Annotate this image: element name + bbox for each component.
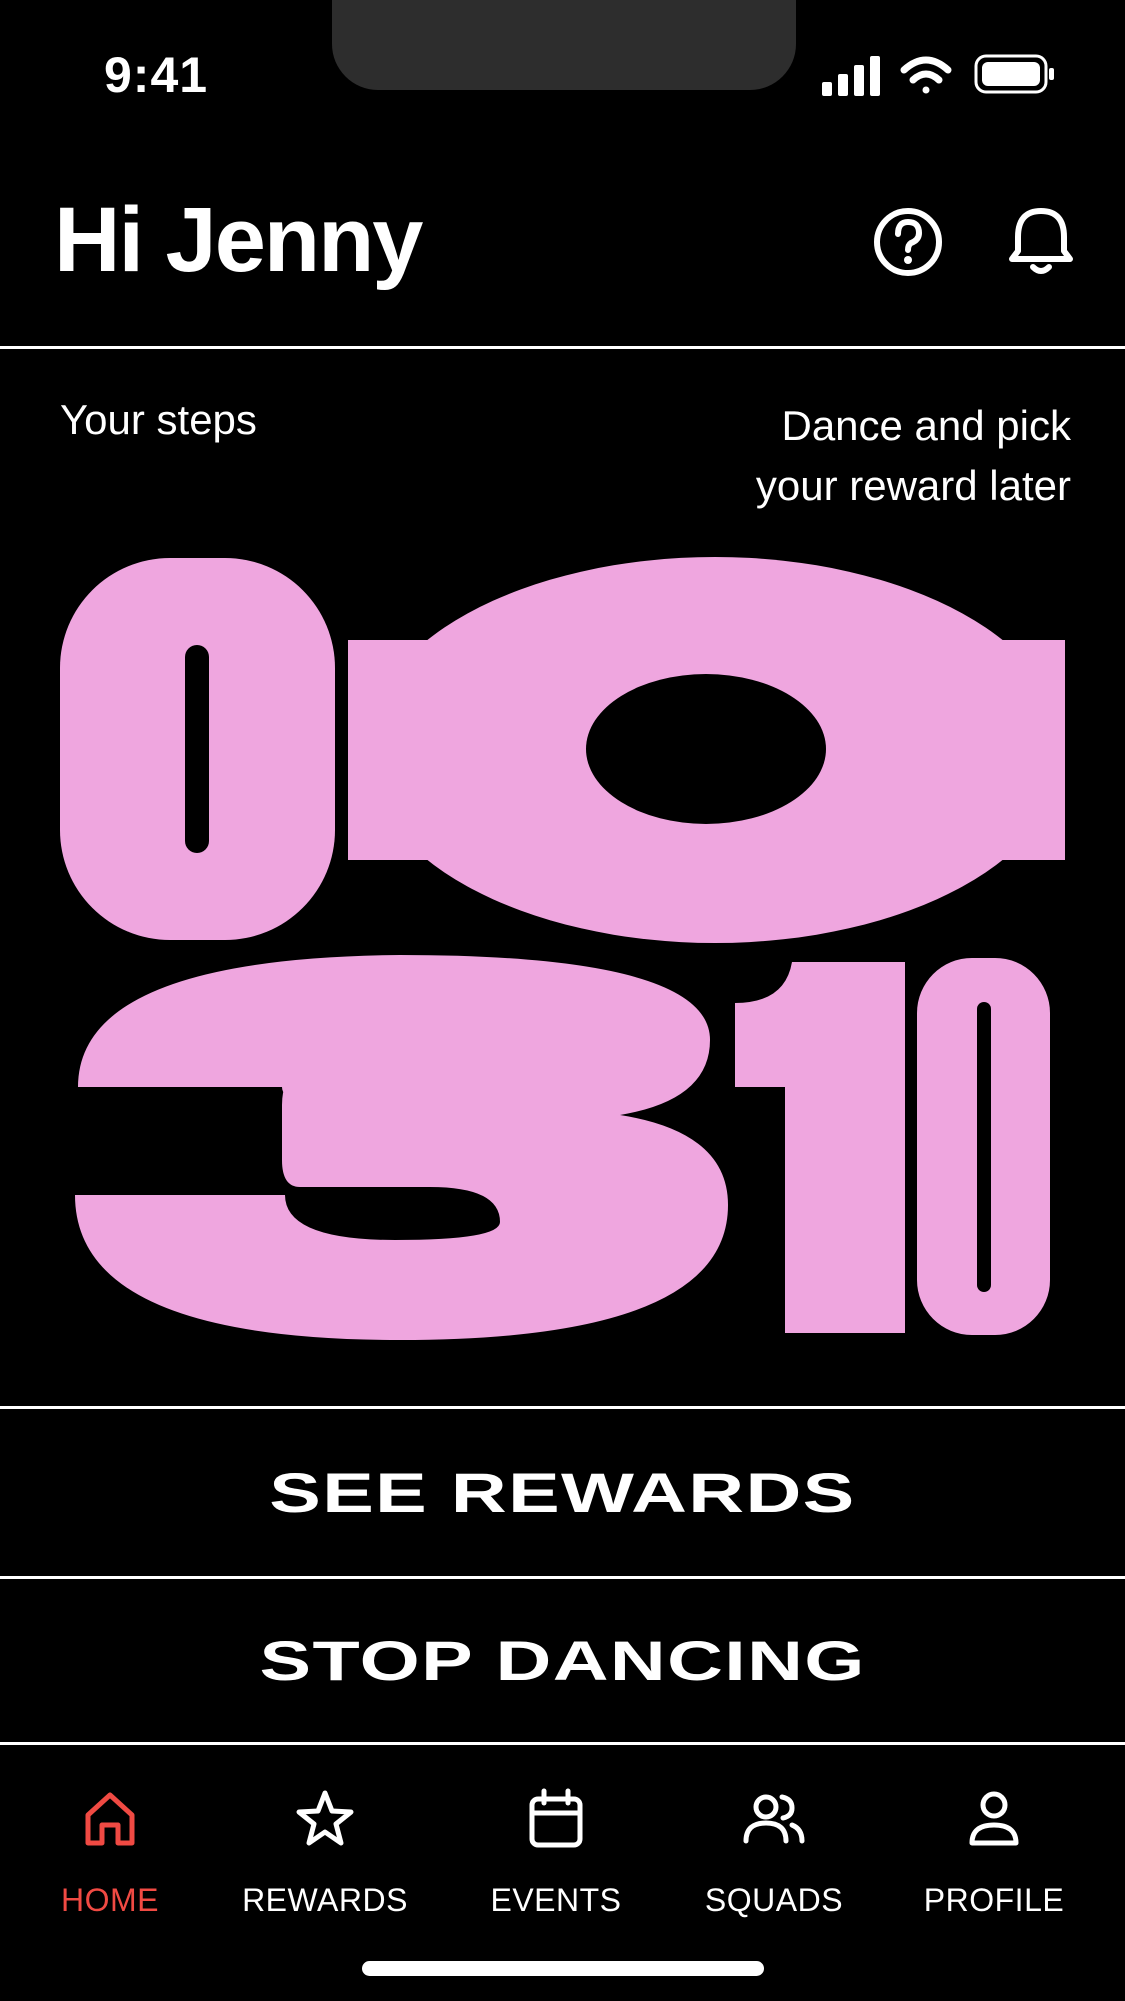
tab-squads[interactable]: SQUADS: [684, 1745, 864, 1945]
help-icon: [874, 208, 942, 276]
see-rewards-label: SEE REWARDS: [269, 1461, 856, 1524]
tab-rewards-label: REWARDS: [242, 1882, 408, 1918]
tab-profile[interactable]: PROFILE: [904, 1745, 1084, 1945]
digit-0-narrow-top: [60, 558, 335, 940]
digit-0-narrow-bottom: [917, 958, 1050, 1335]
header-divider: [0, 346, 1125, 349]
signal-icon: [822, 56, 880, 96]
calendar-icon: [529, 1788, 583, 1848]
digit-0-wide-top: [348, 557, 1065, 943]
bell-icon: [1009, 208, 1073, 274]
see-rewards-button[interactable]: SEE REWARDS: [0, 1409, 1125, 1576]
status-icons: [822, 54, 1054, 96]
notifications-button[interactable]: [1001, 202, 1081, 282]
status-bar: 9:41: [0, 0, 1125, 120]
stop-dancing-button[interactable]: STOP DANCING: [0, 1579, 1125, 1742]
home-indicator: [362, 1961, 764, 1976]
step-counter-value: 00310: [0, 540, 1, 541]
steps-hint-line-1: Dance and pick: [781, 402, 1071, 449]
battery-icon: [974, 54, 1054, 94]
stop-dancing-label: STOP DANCING: [259, 1629, 866, 1692]
wifi-icon: [900, 56, 952, 94]
steps-hint: Dance and pick your reward later: [651, 396, 1071, 516]
step-counter-digits: [60, 557, 1065, 1340]
help-button[interactable]: [868, 202, 948, 282]
device-notch: [332, 0, 796, 90]
steps-label: Your steps: [60, 396, 257, 443]
tab-profile-label: PROFILE: [923, 1882, 1065, 1918]
tab-rewards[interactable]: REWARDS: [235, 1745, 415, 1945]
star-icon: [296, 1790, 354, 1846]
greeting-title: Hi Jenny: [54, 189, 423, 291]
header: Hi Jenny: [0, 180, 1125, 346]
step-counter: 00310: [0, 540, 1125, 1370]
steps-hint-line-2: your reward later: [755, 462, 1071, 509]
status-time: 9:41: [104, 47, 209, 103]
user-icon: [969, 1791, 1019, 1846]
tab-home[interactable]: HOME: [20, 1745, 200, 1945]
tab-events[interactable]: EVENTS: [466, 1745, 646, 1945]
digit-3-wide: [75, 955, 728, 1340]
users-icon: [743, 1794, 805, 1844]
digit-1-narrow: [735, 962, 905, 1333]
home-icon: [85, 1792, 135, 1846]
